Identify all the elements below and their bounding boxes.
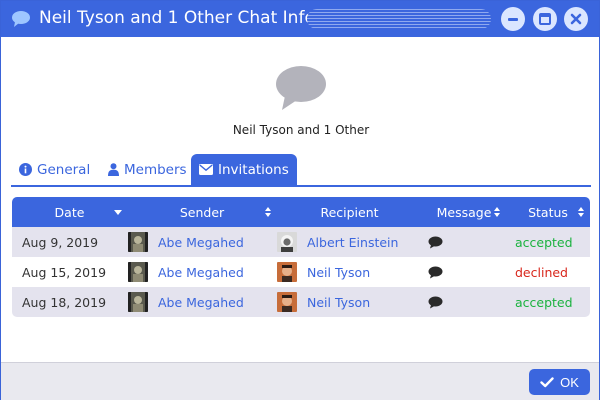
dialog-footer: OK [1,362,599,400]
column-header-date[interactable]: Date [12,197,127,227]
tab-bar: General Members Invitations [11,154,591,187]
table-row[interactable]: Aug 15, 2019 Abe Megahed Neil Tyson decl… [12,257,590,287]
sender-link[interactable]: Abe Megahed [158,235,244,250]
title-grip[interactable] [307,9,491,29]
close-button[interactable] [564,7,588,31]
ok-button[interactable]: OK [529,369,590,395]
sender-avatar [128,262,148,282]
comment-icon [428,296,443,308]
info-icon [19,163,32,176]
tab-general[interactable]: General [11,154,98,185]
sort-icon [494,207,500,217]
window-title: Neil Tyson and 1 Other Chat Info [39,8,315,28]
status-badge: accepted [515,294,573,310]
envelope-icon [199,164,213,175]
person-icon [108,163,119,176]
row-recipient[interactable]: Neil Tyson [277,287,370,317]
tab-general-label: General [37,161,91,178]
column-header-message[interactable]: Message [422,197,506,227]
sender-link[interactable]: Abe Megahed [158,265,244,280]
column-header-status[interactable]: Status [506,197,590,227]
row-date: Aug 18, 2019 [22,294,107,310]
status-badge: declined [515,264,568,280]
column-date-label: Date [54,204,85,220]
row-sender[interactable]: Abe Megahed [128,227,244,257]
tab-invitations-label: Invitations [218,161,289,178]
table-row[interactable]: Aug 9, 2019 Abe Megahed Albert Einstein … [12,227,590,257]
column-header-recipient[interactable]: Recipient [277,197,422,227]
tab-members-label: Members [124,161,187,178]
recipient-link[interactable]: Neil Tyson [307,265,370,280]
recipient-link[interactable]: Albert Einstein [307,235,398,250]
column-recipient-label: Recipient [320,204,379,220]
column-header-sender[interactable]: Sender [127,197,277,227]
row-sender[interactable]: Abe Megahed [128,287,244,317]
row-recipient[interactable]: Albert Einstein [277,227,398,257]
maximize-icon [539,13,551,25]
comment-icon [428,266,443,278]
row-message[interactable] [428,227,443,257]
row-message[interactable] [428,287,443,317]
recipient-link[interactable]: Neil Tyson [307,295,370,310]
sender-link[interactable]: Abe Megahed [158,295,244,310]
minimize-icon [508,18,518,21]
row-date: Aug 9, 2019 [22,234,99,250]
maximize-button[interactable] [533,7,557,31]
column-sender-label: Sender [179,204,225,220]
table-row[interactable]: Aug 18, 2019 Abe Megahed Neil Tyson acce… [12,287,590,317]
sender-avatar [128,232,148,252]
chat-avatar-icon [276,66,326,110]
column-message-label: Message [436,204,492,220]
recipient-avatar [277,262,297,282]
invitations-table: Date Sender Recipient Message Status Aug… [12,197,590,317]
row-date: Aug 15, 2019 [22,264,107,280]
row-message[interactable] [428,257,443,287]
comment-icon [428,236,443,248]
title-bar[interactable]: Neil Tyson and 1 Other Chat Info [1,1,599,37]
chat-info-window: Neil Tyson and 1 Other Chat Info Neil Ty… [0,0,600,400]
checkmark-icon [540,376,554,387]
sort-desc-icon [114,210,122,215]
tab-invitations[interactable]: Invitations [191,154,297,185]
ok-button-label: OK [560,374,579,390]
sender-avatar [128,292,148,312]
tab-members[interactable]: Members [100,154,195,185]
sort-icon [265,207,271,217]
chat-bubble-icon [12,11,30,27]
table-header: Date Sender Recipient Message Status [12,197,590,227]
close-icon [570,13,582,25]
status-badge: accepted [515,234,573,250]
column-status-label: Status [528,204,568,220]
recipient-avatar [277,292,297,312]
minimize-button[interactable] [501,7,525,31]
chat-name: Neil Tyson and 1 Other [232,123,370,137]
row-sender[interactable]: Abe Megahed [128,257,244,287]
sort-icon [578,207,584,217]
recipient-avatar [277,232,297,252]
row-recipient[interactable]: Neil Tyson [277,257,370,287]
